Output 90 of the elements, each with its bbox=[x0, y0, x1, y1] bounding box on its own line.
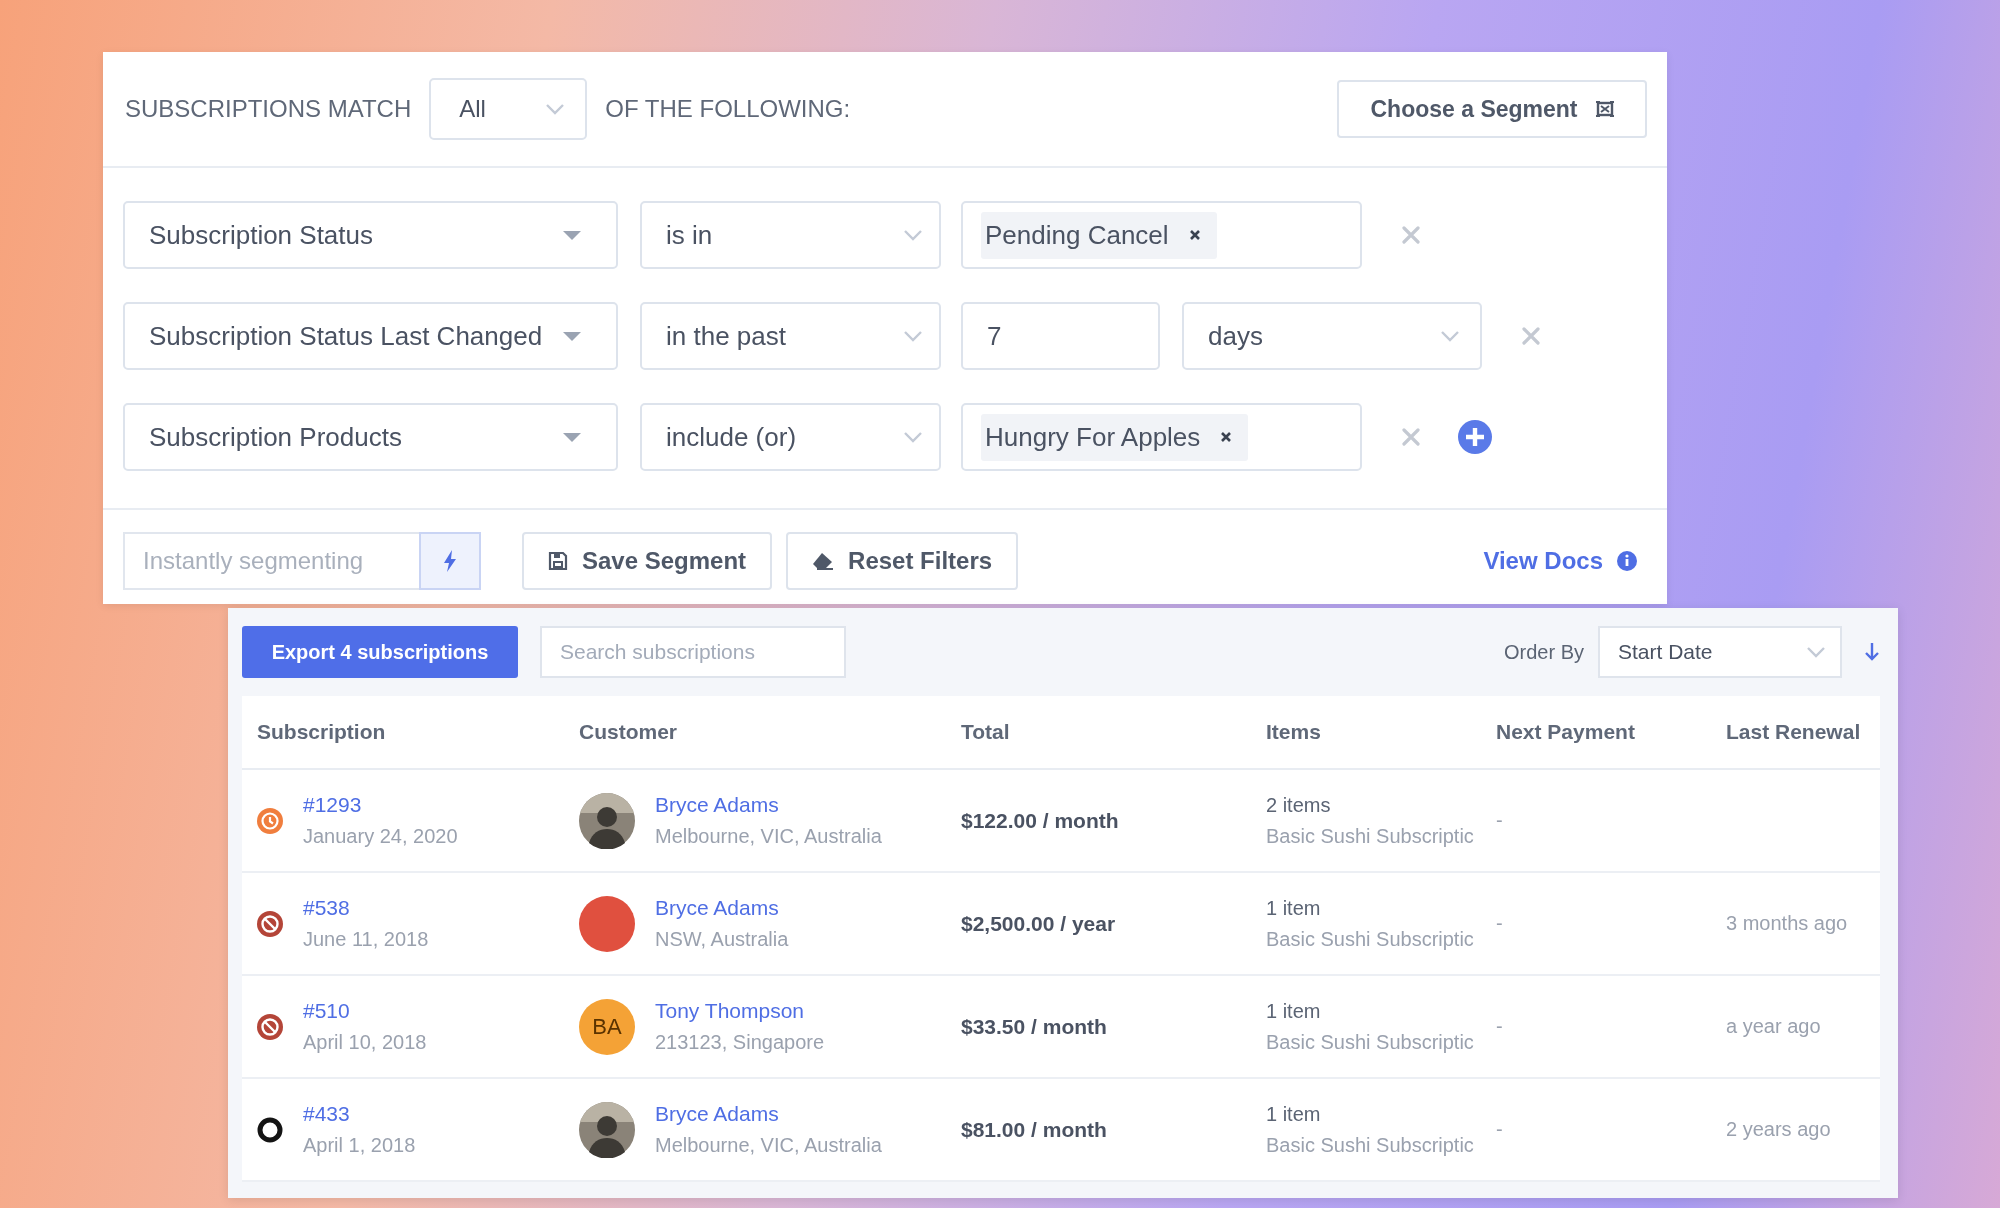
chevron-icon bbox=[1806, 646, 1826, 658]
customer-location: Melbourne, VIC, Australia bbox=[655, 1134, 882, 1157]
export-button[interactable]: Export 4 subscriptions bbox=[242, 626, 518, 678]
info-icon bbox=[1617, 551, 1637, 571]
ring-icon bbox=[257, 1116, 283, 1143]
subscription-link[interactable]: #433 bbox=[303, 1102, 416, 1126]
operator-dropdown[interactable]: include (or) bbox=[640, 403, 941, 471]
tag-input[interactable]: Hungry For Apples bbox=[961, 403, 1362, 471]
caret-icon bbox=[562, 229, 582, 241]
tag-input[interactable]: Pending Cancel bbox=[961, 201, 1362, 269]
avatar bbox=[579, 792, 635, 849]
product-name: Basic Sushi Subscriptic bbox=[1266, 1030, 1474, 1054]
last-renewal-cell: a year ago bbox=[1726, 1015, 1821, 1038]
customer-link[interactable]: Tony Thompson bbox=[655, 999, 825, 1023]
operator-dropdown[interactable]: is in bbox=[640, 201, 941, 269]
tag-label: Hungry For Apples bbox=[985, 421, 1201, 453]
unit-dropdown[interactable]: days bbox=[1182, 302, 1482, 370]
subscription-link[interactable]: #1293 bbox=[303, 793, 458, 817]
field-dropdown[interactable]: Subscription Products bbox=[123, 403, 618, 471]
start-date: January 24, 2020 bbox=[303, 825, 458, 848]
match-suffix: OF THE FOLLOWING: bbox=[605, 95, 851, 123]
customer-location: Melbourne, VIC, Australia bbox=[655, 825, 882, 848]
field-dropdown[interactable]: Subscription Status bbox=[123, 201, 618, 269]
search-field[interactable]: Search subscriptions bbox=[540, 626, 846, 678]
item-count: 1 item bbox=[1266, 896, 1322, 920]
next-payment-cell: - bbox=[1496, 1015, 1503, 1038]
chevron-icon bbox=[903, 431, 923, 443]
chevron-icon bbox=[545, 103, 566, 115]
item-count: 1 item bbox=[1266, 1102, 1322, 1126]
segment-name-field[interactable]: Instantly segmenting bbox=[123, 532, 419, 590]
total-cell: $81.00 / month bbox=[961, 1117, 1107, 1142]
avatar: BA bbox=[579, 998, 635, 1055]
product-name: Basic Sushi Subscriptic bbox=[1266, 824, 1474, 848]
sort-descending-icon[interactable] bbox=[1864, 642, 1880, 662]
avatar bbox=[579, 1101, 635, 1158]
column-header: Subscription bbox=[257, 720, 387, 744]
column-header: Items bbox=[1266, 720, 1322, 744]
remove-icon[interactable] bbox=[1220, 431, 1233, 443]
match-label: SUBSCRIPTIONS MATCH bbox=[125, 95, 412, 123]
tag-label: Pending Cancel bbox=[985, 219, 1169, 251]
order-dropdown[interactable]: Start Date bbox=[1598, 626, 1842, 678]
subscription-link[interactable]: #538 bbox=[303, 896, 429, 920]
start-date: April 10, 2018 bbox=[303, 1031, 427, 1054]
total-cell: $122.00 / month bbox=[961, 808, 1119, 833]
ban-icon bbox=[257, 910, 283, 937]
caret-icon bbox=[562, 431, 582, 443]
column-header: Last Renewal bbox=[1726, 720, 1862, 744]
customer-link[interactable]: Bryce Adams bbox=[655, 896, 789, 920]
customer-location: NSW, Australia bbox=[655, 928, 789, 951]
column-header: Customer bbox=[579, 720, 679, 744]
instant-button[interactable] bbox=[419, 532, 481, 590]
column-header: Total bbox=[961, 720, 1011, 744]
last-renewal-cell: 3 months ago bbox=[1726, 912, 1848, 935]
total-cell: $2,500.00 / year bbox=[961, 911, 1116, 936]
product-name: Basic Sushi Subscriptic bbox=[1266, 1133, 1474, 1157]
chevron-icon bbox=[903, 229, 923, 241]
next-payment-cell: - bbox=[1496, 912, 1503, 935]
chevron-icon bbox=[903, 330, 923, 342]
amount-field[interactable]: 7 bbox=[961, 302, 1160, 370]
last-renewal-cell: 2 years ago bbox=[1726, 1118, 1831, 1141]
add-icon[interactable] bbox=[1458, 420, 1492, 454]
order-by-label: Order By bbox=[1503, 640, 1584, 664]
start-date: June 11, 2018 bbox=[303, 928, 429, 951]
match-dropdown[interactable]: All bbox=[429, 78, 588, 140]
product-name: Basic Sushi Subscriptic bbox=[1266, 927, 1474, 951]
operator-dropdown[interactable]: in the past bbox=[640, 302, 941, 370]
customer-location: 213123, Singapore bbox=[655, 1031, 825, 1054]
eraser-icon bbox=[812, 552, 835, 570]
view-docs-link[interactable]: View Docs bbox=[1483, 547, 1603, 575]
choose-segment-button[interactable]: Choose a Segment bbox=[1337, 80, 1647, 138]
customer-link[interactable]: Bryce Adams bbox=[655, 793, 882, 817]
chevron-icon bbox=[1440, 330, 1460, 342]
next-payment-cell: - bbox=[1496, 809, 1503, 832]
column-header: Next Payment bbox=[1496, 720, 1636, 744]
segment-icon bbox=[1595, 101, 1614, 117]
remove-icon[interactable] bbox=[1188, 229, 1201, 241]
lightning-icon bbox=[443, 550, 457, 572]
item-count: 2 items bbox=[1266, 793, 1332, 817]
clock-icon bbox=[257, 807, 283, 834]
caret-icon bbox=[562, 330, 582, 342]
save-segment-button[interactable]: Save Segment bbox=[522, 532, 773, 590]
start-date: April 1, 2018 bbox=[303, 1134, 416, 1157]
total-cell: $33.50 / month bbox=[961, 1014, 1107, 1039]
subscription-link[interactable]: #510 bbox=[303, 999, 427, 1023]
item-count: 1 item bbox=[1266, 999, 1322, 1023]
field-dropdown[interactable]: Subscription Status Last Changed bbox=[123, 302, 618, 370]
ban-icon bbox=[257, 1013, 283, 1040]
next-payment-cell: - bbox=[1496, 1118, 1503, 1141]
reset-filters-button[interactable]: Reset Filters bbox=[786, 532, 1019, 590]
customer-link[interactable]: Bryce Adams bbox=[655, 1102, 882, 1126]
